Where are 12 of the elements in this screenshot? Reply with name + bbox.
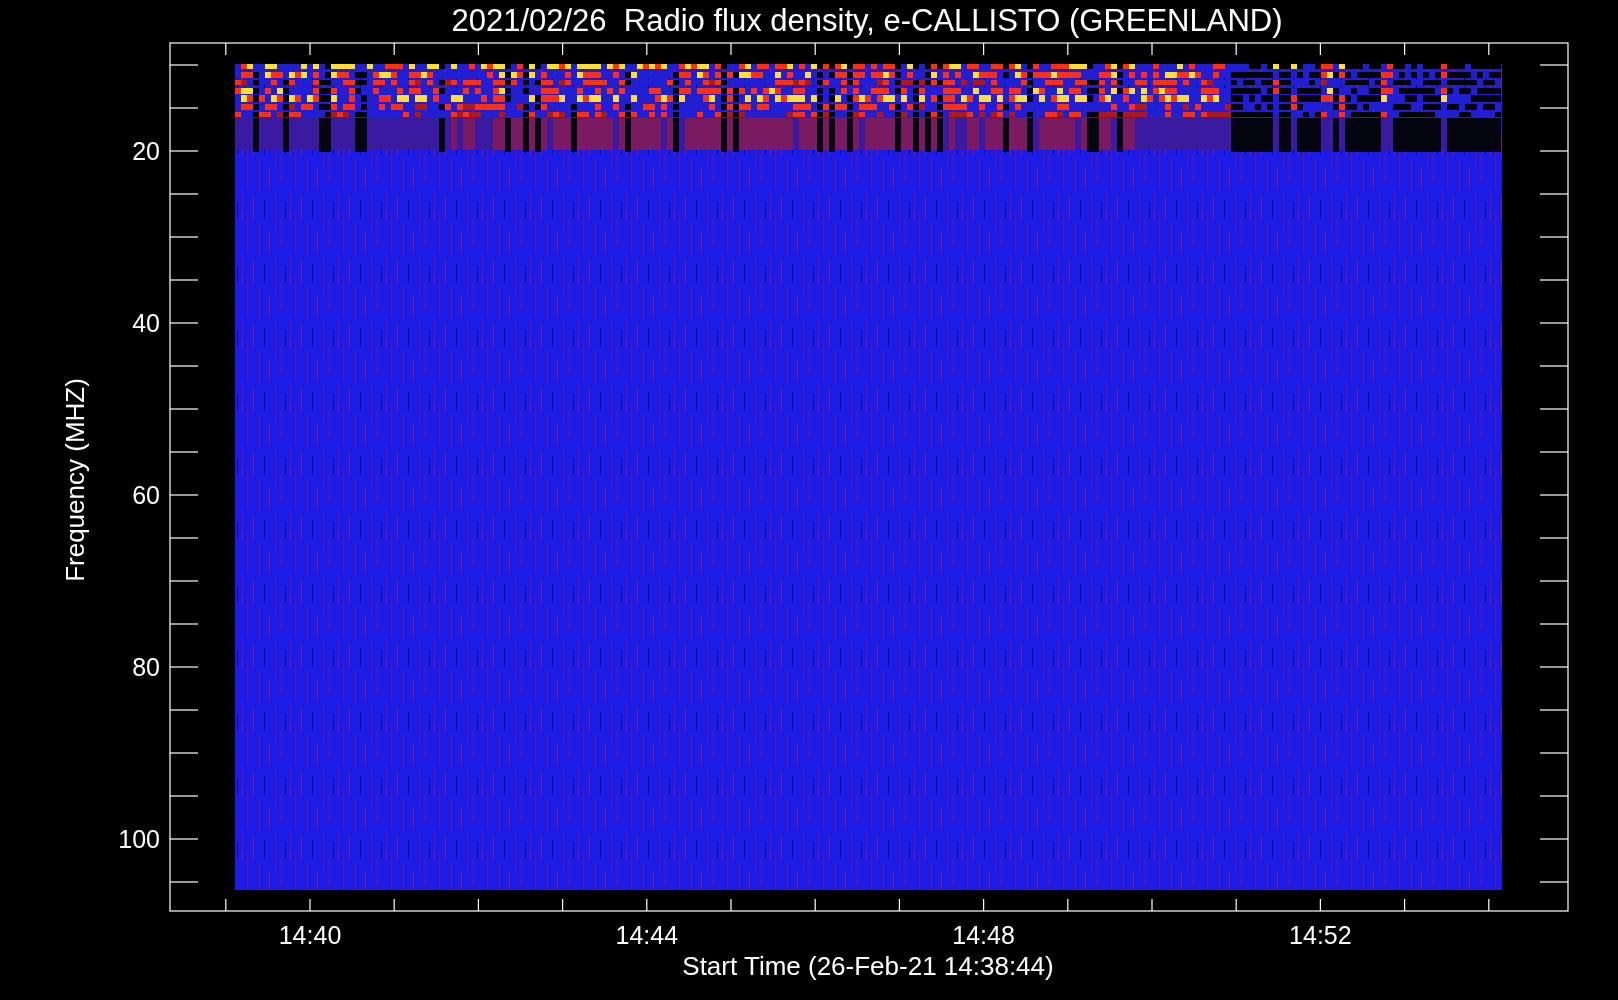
x-tick-label: 14:40 [278,921,342,949]
y-tick-label: 80 [132,653,160,681]
x-tick-label: 14:48 [952,921,1015,949]
x-tick-label: 14:52 [1289,921,1352,949]
y-tick-label: 100 [118,825,160,853]
y-tick-label: 40 [132,309,160,337]
x-axis-label: Start Time (26-Feb-21 14:38:44) [682,951,1054,981]
chart-title: 2021/02/26 Radio flux density, e-CALLISTO (GREENLAND) [451,3,1283,38]
y-tick-label: 20 [132,137,160,165]
y-tick-label: 60 [132,481,160,509]
y-axis-label: Frequency (MHZ) [60,378,90,582]
x-tick-label: 14:44 [615,921,679,949]
